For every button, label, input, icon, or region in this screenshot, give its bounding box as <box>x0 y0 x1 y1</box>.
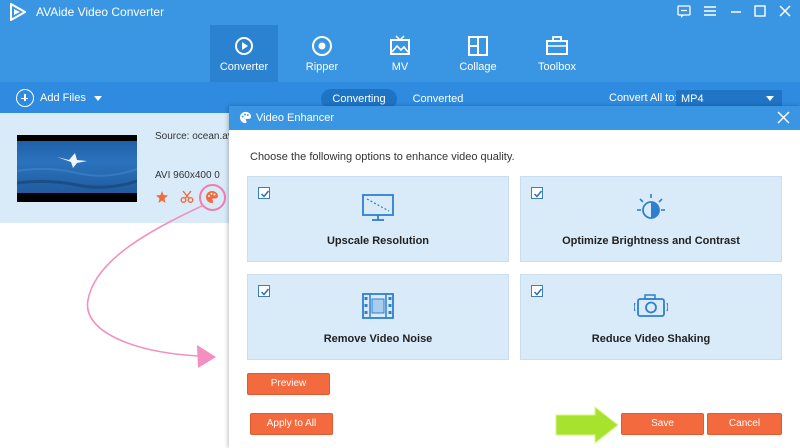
scissors-icon[interactable] <box>180 190 194 204</box>
film-icon <box>362 293 394 319</box>
nav-collage-label: Collage <box>459 61 497 73</box>
checkmark-icon <box>260 288 270 296</box>
monitor-icon <box>362 194 394 221</box>
title-bar: AVAide Video Converter Converter Ripper <box>0 0 800 82</box>
shaking-checkbox[interactable] <box>531 285 543 297</box>
toolbox-icon <box>546 36 568 55</box>
dialog-description: Choose the following options to enhance … <box>250 151 515 163</box>
file-meta: AVI 960x400 0 <box>155 170 220 181</box>
option-label: Optimize Brightness and Contrast <box>562 235 740 247</box>
noise-checkbox[interactable] <box>258 285 270 297</box>
upscale-checkbox[interactable] <box>258 187 270 199</box>
option-label: Upscale Resolution <box>326 235 430 247</box>
camera-stabilize-icon <box>634 294 668 317</box>
app-logo-icon <box>10 3 26 21</box>
option-optimize-brightness[interactable]: Optimize Brightness and Contrast <box>520 176 782 262</box>
add-files-label: Add Files <box>40 92 86 104</box>
minimize-icon[interactable] <box>727 2 745 20</box>
add-files-button[interactable]: Add Files <box>16 89 102 107</box>
nav-converter-label: Converter <box>219 61 269 73</box>
nav-toolbox[interactable]: Toolbox <box>523 25 591 82</box>
checkmark-icon <box>533 190 543 198</box>
cancel-button[interactable]: Cancel <box>707 413 782 435</box>
source-filename: Source: ocean.avi <box>155 131 236 142</box>
chevron-down-icon[interactable] <box>93 95 102 101</box>
add-icon <box>16 89 34 107</box>
magic-wand-icon[interactable] <box>155 190 169 204</box>
nav-ripper-label: Ripper <box>305 61 339 73</box>
dialog-header: Video Enhancer <box>229 106 800 130</box>
app-title: AVAide Video Converter <box>36 5 165 19</box>
nav-mv-label: MV <box>391 61 409 73</box>
collage-icon <box>468 36 488 56</box>
option-label: Reduce Video Shaking <box>591 333 711 345</box>
ripper-icon <box>312 36 332 56</box>
pink-annotation-curve <box>86 204 205 357</box>
nav-collage[interactable]: Collage <box>444 25 512 82</box>
video-enhancer-dialog: Video Enhancer Choose the following opti… <box>229 106 800 448</box>
save-button[interactable]: Save <box>621 413 704 435</box>
option-remove-noise[interactable]: Remove Video Noise <box>247 274 509 360</box>
nav-toolbox-label: Toolbox <box>538 61 576 73</box>
option-label: Remove Video Noise <box>323 333 433 345</box>
maximize-icon[interactable] <box>751 2 769 20</box>
apply-to-all-button[interactable]: Apply to All <box>250 413 333 435</box>
dialog-title: Video Enhancer <box>256 112 335 124</box>
chevron-down-icon <box>766 96 774 101</box>
highlight-ring <box>199 184 226 211</box>
option-reduce-shaking[interactable]: Reduce Video Shaking <box>520 274 782 360</box>
converter-icon <box>235 37 253 55</box>
brightness-checkbox[interactable] <box>531 187 543 199</box>
feedback-icon[interactable] <box>675 2 693 20</box>
menu-icon[interactable] <box>701 2 719 20</box>
brightness-icon <box>637 194 665 219</box>
format-select-value: MP4 <box>681 93 704 105</box>
preview-button[interactable]: Preview <box>247 373 330 395</box>
file-list-item: Source: ocean.avi AVI 960x400 0 <box>0 113 235 223</box>
nav-mv[interactable]: MV <box>366 25 434 82</box>
nav-ripper[interactable]: Ripper <box>288 25 356 82</box>
mv-icon <box>390 35 410 55</box>
nav-converter[interactable]: Converter <box>210 25 278 82</box>
checkmark-icon <box>533 288 543 296</box>
palette-icon <box>239 111 252 124</box>
close-icon[interactable] <box>777 111 790 124</box>
checkmark-icon <box>260 190 270 198</box>
option-upscale-resolution[interactable]: Upscale Resolution <box>247 176 509 262</box>
convert-all-label: Convert All to: <box>609 92 678 104</box>
video-thumbnail[interactable] <box>17 135 137 202</box>
pink-arrowhead <box>197 345 216 368</box>
close-icon[interactable] <box>776 2 794 20</box>
